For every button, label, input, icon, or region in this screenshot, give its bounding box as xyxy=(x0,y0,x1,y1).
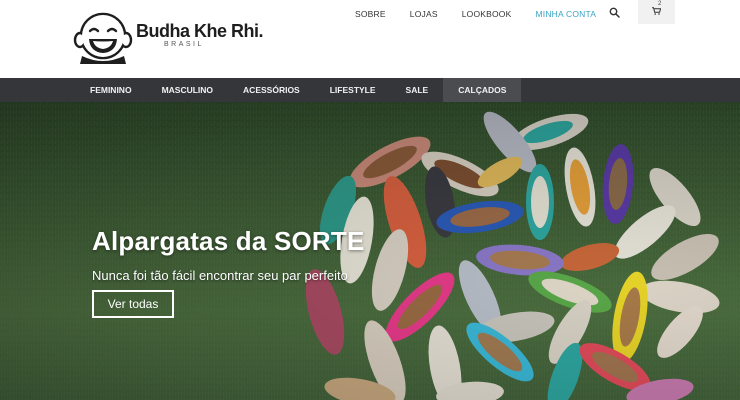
buddha-logo-icon xyxy=(73,12,133,64)
hero-title: Alpargatas da SORTE xyxy=(92,226,365,256)
cart-icon xyxy=(652,7,661,15)
category-masculino[interactable]: MASCULINO xyxy=(147,78,228,102)
brand-logo[interactable]: Budha Khe Rhi. BRASIL xyxy=(72,10,264,64)
cart-count-badge: 2 xyxy=(658,1,662,7)
category-lifestyle[interactable]: LIFESTYLE xyxy=(315,78,391,102)
category-sale[interactable]: SALE xyxy=(391,78,444,102)
header: Budha Khe Rhi. BRASIL SOBRE LOJAS LOOKBO… xyxy=(0,0,740,78)
topnav-link-minha-conta[interactable]: MINHA CONTA xyxy=(536,9,597,19)
category-acessorios[interactable]: ACESSÓRIOS xyxy=(228,78,315,102)
top-nav: SOBRE LOJAS LOOKBOOK MINHA CONTA xyxy=(355,7,620,21)
topnav-link-lookbook[interactable]: LOOKBOOK xyxy=(462,9,512,19)
cart-button[interactable]: 2 xyxy=(638,0,675,24)
category-calcados[interactable]: CALÇADOS xyxy=(443,78,522,102)
hero-subtitle: Nunca foi tão fácil encontrar seu par pe… xyxy=(92,268,348,283)
brand-name: Budha Khe Rhi. xyxy=(136,20,264,41)
search-icon[interactable] xyxy=(609,7,620,18)
page: Budha Khe Rhi. BRASIL SOBRE LOJAS LOOKBO… xyxy=(0,0,740,400)
category-feminino[interactable]: FEMININO xyxy=(75,78,147,102)
ver-todas-button[interactable]: Ver todas xyxy=(92,290,174,318)
brand-text: Budha Khe Rhi. BRASIL xyxy=(136,20,264,48)
category-nav: FEMININO MASCULINO ACESSÓRIOS LIFESTYLE … xyxy=(0,78,740,102)
brand-subtitle: BRASIL xyxy=(164,40,204,48)
hero-banner[interactable]: Alpargatas da SORTE Nunca foi tão fácil … xyxy=(0,102,740,400)
topnav-link-sobre[interactable]: SOBRE xyxy=(355,9,386,19)
topnav-link-lojas[interactable]: LOJAS xyxy=(410,9,438,19)
